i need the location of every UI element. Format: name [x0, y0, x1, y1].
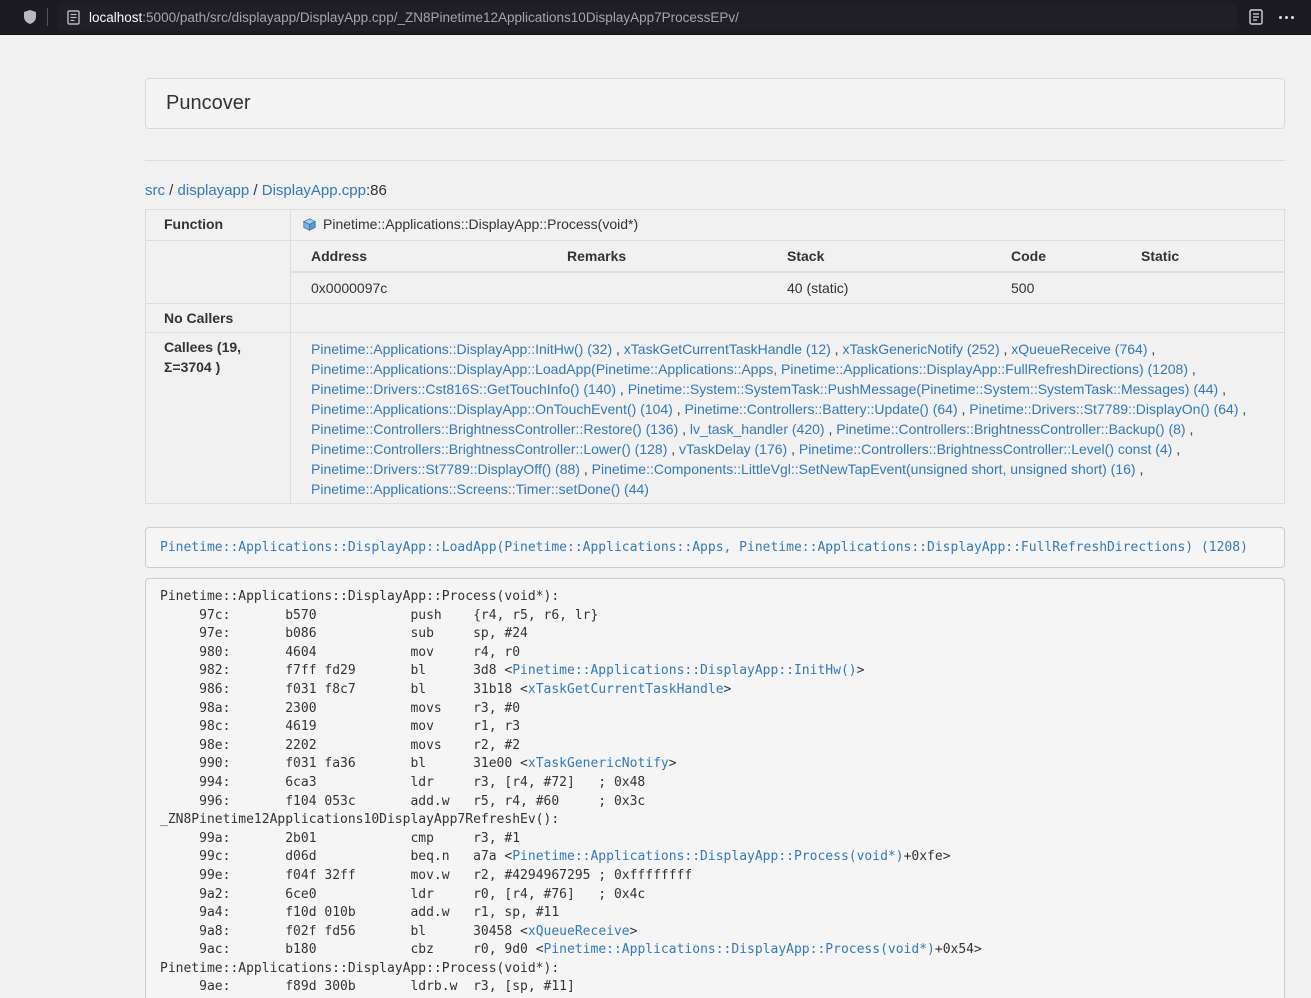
- callee-link[interactable]: Pinetime::Components::LittleVgl::SetNewT…: [592, 461, 1136, 477]
- address-value: 0x0000097c: [291, 272, 547, 303]
- disassembly-code: Pinetime::Applications::DisplayApp::Proc…: [145, 578, 1285, 998]
- disassembly-symbol-link[interactable]: xTaskGetCurrentTaskHandle: [528, 682, 724, 697]
- no-callers-row: No Callers: [146, 304, 1285, 333]
- code-header-link[interactable]: Pinetime::Applications::DisplayApp::Load…: [160, 540, 1248, 555]
- function-name: Pinetime::Applications::DisplayApp::Proc…: [323, 216, 638, 232]
- url-host: localhost: [89, 10, 142, 25]
- callee-link[interactable]: Pinetime::Applications::DisplayApp::Init…: [311, 341, 612, 357]
- callees-row: Callees (19, Σ=3704 ) Pinetime::Applicat…: [146, 333, 1285, 504]
- callee-link[interactable]: xQueueReceive (764): [1011, 341, 1147, 357]
- function-label: Function: [146, 210, 291, 241]
- cube-icon: [303, 216, 316, 236]
- no-callers-label: No Callers: [146, 304, 291, 333]
- function-table: Function Pinetime::Applications::Display…: [145, 209, 1285, 504]
- code-header-block: Pinetime::Applications::DisplayApp::Load…: [145, 527, 1285, 568]
- page-container: Puncover src / displayapp / DisplayApp.c…: [145, 78, 1285, 998]
- url-text[interactable]: localhost:5000/path/src/displayapp/Displ…: [89, 10, 739, 25]
- reader-mode-icon[interactable]: [1249, 9, 1263, 25]
- callee-link[interactable]: Pinetime::Controllers::BrightnessControl…: [836, 421, 1185, 437]
- callee-link[interactable]: xTaskGetCurrentTaskHandle (12): [624, 341, 831, 357]
- disassembly-symbol-link[interactable]: Pinetime::Applications::DisplayApp::Proc…: [512, 849, 903, 864]
- breadcrumb-link[interactable]: src: [145, 182, 165, 199]
- callee-link[interactable]: Pinetime::Applications::DisplayApp::Load…: [311, 361, 1188, 377]
- callee-link[interactable]: xTaskGenericNotify (252): [842, 341, 999, 357]
- callee-link[interactable]: Pinetime::Drivers::St7789::DisplayOff() …: [311, 461, 580, 477]
- disassembly-symbol-link[interactable]: xTaskGenericNotify: [528, 756, 669, 771]
- more-tools-icon[interactable]: [1275, 14, 1297, 21]
- page-title: Puncover: [166, 92, 251, 115]
- url-bar[interactable]: localhost:5000/path/src/displayapp/Displ…: [58, 3, 1237, 31]
- shield-icon[interactable]: [22, 9, 38, 25]
- function-row: Function Pinetime::Applications::Display…: [146, 210, 1285, 241]
- address-table: Address Remarks Stack Code Static 0x0000…: [291, 241, 1284, 303]
- static-value: [1121, 272, 1284, 303]
- col-remarks: Remarks: [547, 241, 767, 272]
- callee-link[interactable]: Pinetime::Controllers::BrightnessControl…: [799, 441, 1172, 457]
- disassembly-symbol-link[interactable]: Pinetime::Applications::DisplayApp::Proc…: [544, 942, 935, 957]
- breadcrumb: src / displayapp / DisplayApp.cpp:86: [145, 180, 1285, 201]
- col-address: Address: [291, 241, 547, 272]
- callee-link[interactable]: vTaskDelay (176): [679, 441, 787, 457]
- col-static: Static: [1121, 241, 1284, 272]
- code-value: 500: [991, 272, 1121, 303]
- disassembly-symbol-link[interactable]: Pinetime::Applications::DisplayApp::Init…: [512, 663, 856, 678]
- divider: [145, 160, 1285, 161]
- col-stack: Stack: [767, 241, 991, 272]
- col-code: Code: [991, 241, 1121, 272]
- callee-link[interactable]: Pinetime::Applications::DisplayApp::OnTo…: [311, 401, 673, 417]
- disassembly-symbol-link[interactable]: xQueueReceive: [528, 924, 630, 939]
- detail-row: Address Remarks Stack Code Static 0x0000…: [146, 241, 1285, 304]
- detail-row-label: [146, 241, 291, 304]
- url-path: :5000/path/src/displayapp/DisplayApp.cpp…: [142, 10, 739, 25]
- breadcrumb-link[interactable]: displayapp: [178, 182, 250, 199]
- address-table-header: Address Remarks Stack Code Static: [291, 241, 1284, 272]
- callees-list: Pinetime::Applications::DisplayApp::Init…: [291, 333, 1285, 504]
- app-title-panel: Puncover: [145, 78, 1285, 129]
- detail-cell: Address Remarks Stack Code Static 0x0000…: [291, 241, 1285, 304]
- callee-link[interactable]: Pinetime::Controllers::BrightnessControl…: [311, 421, 678, 437]
- breadcrumb-link[interactable]: DisplayApp.cpp: [262, 182, 366, 199]
- callee-link[interactable]: Pinetime::Drivers::St7789::DisplayOn() (…: [969, 401, 1238, 417]
- address-table-row: 0x0000097c 40 (static) 500: [291, 272, 1284, 303]
- browser-toolbar: localhost:5000/path/src/displayapp/Displ…: [0, 0, 1311, 35]
- remarks-value: [547, 272, 767, 303]
- function-name-cell: Pinetime::Applications::DisplayApp::Proc…: [291, 210, 1285, 241]
- callee-link[interactable]: lv_task_handler (420): [690, 421, 825, 437]
- no-callers-cell: [291, 304, 1285, 333]
- callee-link[interactable]: Pinetime::System::SystemTask::PushMessag…: [628, 381, 1219, 397]
- callee-link[interactable]: Pinetime::Controllers::Battery::Update()…: [685, 401, 958, 417]
- stack-value: 40 (static): [767, 272, 991, 303]
- callee-link[interactable]: Pinetime::Drivers::Cst816S::GetTouchInfo…: [311, 381, 616, 397]
- callee-link[interactable]: Pinetime::Controllers::BrightnessControl…: [311, 441, 667, 457]
- toolbar-separator: [47, 8, 48, 26]
- callees-label: Callees (19, Σ=3704 ): [146, 333, 291, 504]
- callee-link[interactable]: Pinetime::Applications::Screens::Timer::…: [311, 481, 649, 497]
- page-info-icon[interactable]: [67, 10, 80, 25]
